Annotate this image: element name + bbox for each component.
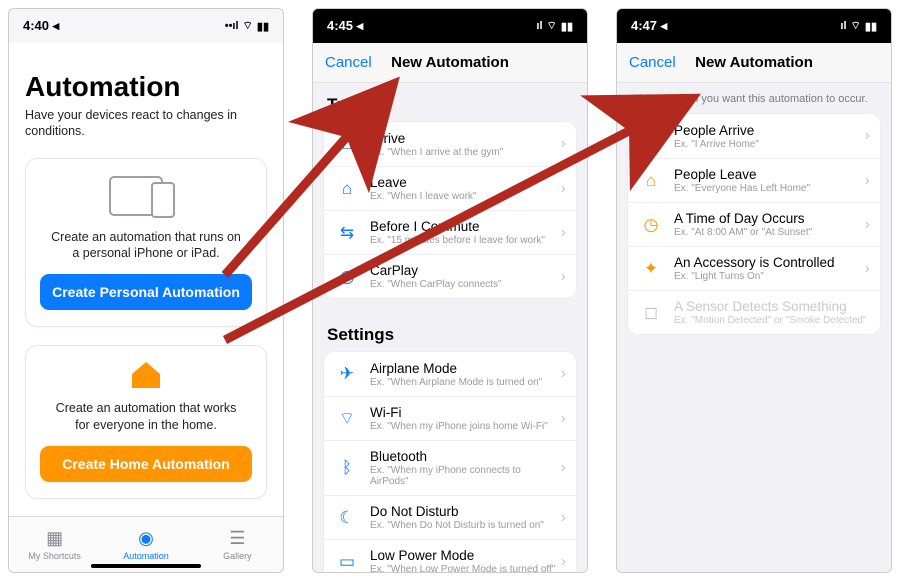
section-header-travel: Travel: [313, 83, 587, 121]
status-time: 4:40 ◂: [23, 18, 59, 34]
create-personal-automation-button[interactable]: Create Personal Automation: [40, 274, 252, 310]
signal-icon: ••ıl: [225, 20, 239, 32]
arrive-icon: ⌂: [334, 134, 360, 154]
status-indicators: ıl ⌔ ▮▮: [536, 19, 573, 33]
personal-automation-card: Create an automation that runs on a pers…: [25, 158, 267, 328]
settings-list: ✈ Airplane ModeEx. "When Airplane Mode i…: [323, 351, 577, 572]
home-automation-card: Create an automation that works for ever…: [25, 345, 267, 499]
create-home-automation-button[interactable]: Create Home Automation: [40, 446, 252, 482]
status-time: 4:47 ◂: [631, 18, 667, 34]
notch: [390, 9, 510, 31]
row-low-power-mode[interactable]: ▭ Low Power ModeEx. "When Low Power Mode…: [324, 539, 576, 572]
accessory-icon: ✦: [638, 259, 664, 279]
row-arrive[interactable]: ⌂ ArriveEx. "When I arrive at the gym" ›: [324, 122, 576, 166]
battery-icon: ▮▮: [561, 20, 573, 33]
screen-new-automation-personal: 4:45 ◂ ıl ⌔ ▮▮ Cancel New Automation Tra…: [312, 8, 588, 573]
battery-low-icon: ▭: [334, 552, 360, 572]
airplane-icon: ✈: [334, 364, 360, 384]
person-leave-icon: ⌂: [638, 171, 664, 191]
sensor-icon: ◻: [638, 303, 664, 323]
row-wifi[interactable]: ⌔ Wi-FiEx. "When my iPhone joins home Wi…: [324, 396, 576, 440]
chevron-right-icon: ›: [561, 180, 566, 198]
row-do-not-disturb[interactable]: ☾ Do Not DisturbEx. "When Do Not Disturb…: [324, 495, 576, 539]
bluetooth-icon: ᛒ: [334, 458, 360, 478]
travel-list: ⌂ ArriveEx. "When I arrive at the gym" ›…: [323, 121, 577, 299]
nav-title: New Automation: [391, 54, 509, 71]
home-indicator: [91, 564, 201, 568]
battery-icon: ▮▮: [257, 20, 269, 33]
gallery-icon: ☰: [229, 528, 245, 549]
section-header-settings: Settings: [313, 313, 587, 351]
signal-icon: ıl: [536, 20, 542, 32]
chevron-right-icon: ›: [561, 365, 566, 383]
chevron-right-icon: ›: [865, 172, 870, 190]
status-bar: 4:40 ◂ ••ıl ⌔ ▮▮: [9, 9, 283, 43]
chevron-right-icon: ›: [561, 509, 566, 527]
devices-illustration: [40, 173, 252, 219]
person-arrive-icon: ⌂: [638, 126, 664, 146]
wifi-icon: ⌔: [334, 408, 360, 429]
chevron-right-icon: ›: [561, 459, 566, 477]
page-subtitle: Have your devices react to changes in co…: [25, 107, 267, 140]
wifi-icon: ⌔: [243, 19, 253, 33]
chevron-right-icon: ›: [865, 127, 870, 145]
trigger-list: ⌂ People ArriveEx. "I Arrive Home" › ⌂ P…: [627, 113, 881, 335]
tab-my-shortcuts[interactable]: ▦ My Shortcuts: [9, 517, 100, 572]
cancel-button[interactable]: Cancel: [629, 54, 676, 71]
status-indicators: ••ıl ⌔ ▮▮: [225, 19, 269, 33]
wifi-icon: ⌔: [547, 19, 557, 33]
personal-card-text: Create an automation that runs on a pers…: [40, 229, 252, 263]
notch: [694, 9, 814, 31]
row-accessory-controlled[interactable]: ✦ An Accessory is ControlledEx. "Light T…: [628, 246, 880, 290]
screen-automation-start: 4:40 ◂ ••ıl ⌔ ▮▮ Automation Have your de…: [8, 8, 284, 573]
row-airplane-mode[interactable]: ✈ Airplane ModeEx. "When Airplane Mode i…: [324, 352, 576, 396]
row-people-leave[interactable]: ⌂ People LeaveEx. "Everyone Has Left Hom…: [628, 158, 880, 202]
page-title: Automation: [25, 71, 267, 103]
chevron-right-icon: ›: [561, 553, 566, 571]
row-leave[interactable]: ⌂ LeaveEx. "When I leave work" ›: [324, 166, 576, 210]
grid-icon: ▦: [46, 528, 63, 549]
battery-icon: ▮▮: [865, 20, 877, 33]
row-before-commute[interactable]: ⇆ Before I CommuteEx. "15 minutes before…: [324, 210, 576, 254]
nav-bar: Cancel New Automation: [617, 43, 891, 83]
row-bluetooth[interactable]: ᛒ BluetoothEx. "When my iPhone connects …: [324, 440, 576, 495]
home-card-text: Create an automation that works for ever…: [40, 400, 252, 434]
row-carplay[interactable]: ◎ CarPlayEx. "When CarPlay connects" ›: [324, 254, 576, 298]
cancel-button[interactable]: Cancel: [325, 54, 372, 71]
nav-bar: Cancel New Automation: [313, 43, 587, 83]
chevron-right-icon: ›: [561, 268, 566, 286]
signal-icon: ıl: [840, 20, 846, 32]
screen-new-automation-home: 4:47 ◂ ıl ⌔ ▮▮ Cancel New Automation Cho…: [616, 8, 892, 573]
tab-gallery[interactable]: ☰ Gallery: [192, 517, 283, 572]
status-indicators: ıl ⌔ ▮▮: [840, 19, 877, 33]
clock-icon: ◷: [638, 215, 664, 235]
row-time-of-day[interactable]: ◷ A Time of Day OccursEx. "At 8:00 AM" o…: [628, 202, 880, 246]
chevron-right-icon: ›: [865, 260, 870, 278]
chevron-right-icon: ›: [561, 135, 566, 153]
house-icon: [129, 360, 163, 390]
row-sensor-detects: ◻ A Sensor Detects SomethingEx. "Motion …: [628, 290, 880, 334]
chevron-right-icon: ›: [561, 410, 566, 428]
moon-icon: ☾: [334, 508, 360, 528]
section-description: Choose when you want this automation to …: [617, 83, 891, 113]
wifi-icon: ⌔: [851, 19, 861, 33]
nav-title: New Automation: [695, 54, 813, 71]
commute-icon: ⇆: [334, 223, 360, 243]
automation-icon: ◉: [138, 528, 154, 549]
carplay-icon: ◎: [334, 267, 360, 287]
chevron-right-icon: ›: [865, 216, 870, 234]
row-people-arrive[interactable]: ⌂ People ArriveEx. "I Arrive Home" ›: [628, 114, 880, 158]
leave-icon: ⌂: [334, 179, 360, 199]
chevron-right-icon: ›: [561, 224, 566, 242]
status-time: 4:45 ◂: [327, 18, 363, 34]
